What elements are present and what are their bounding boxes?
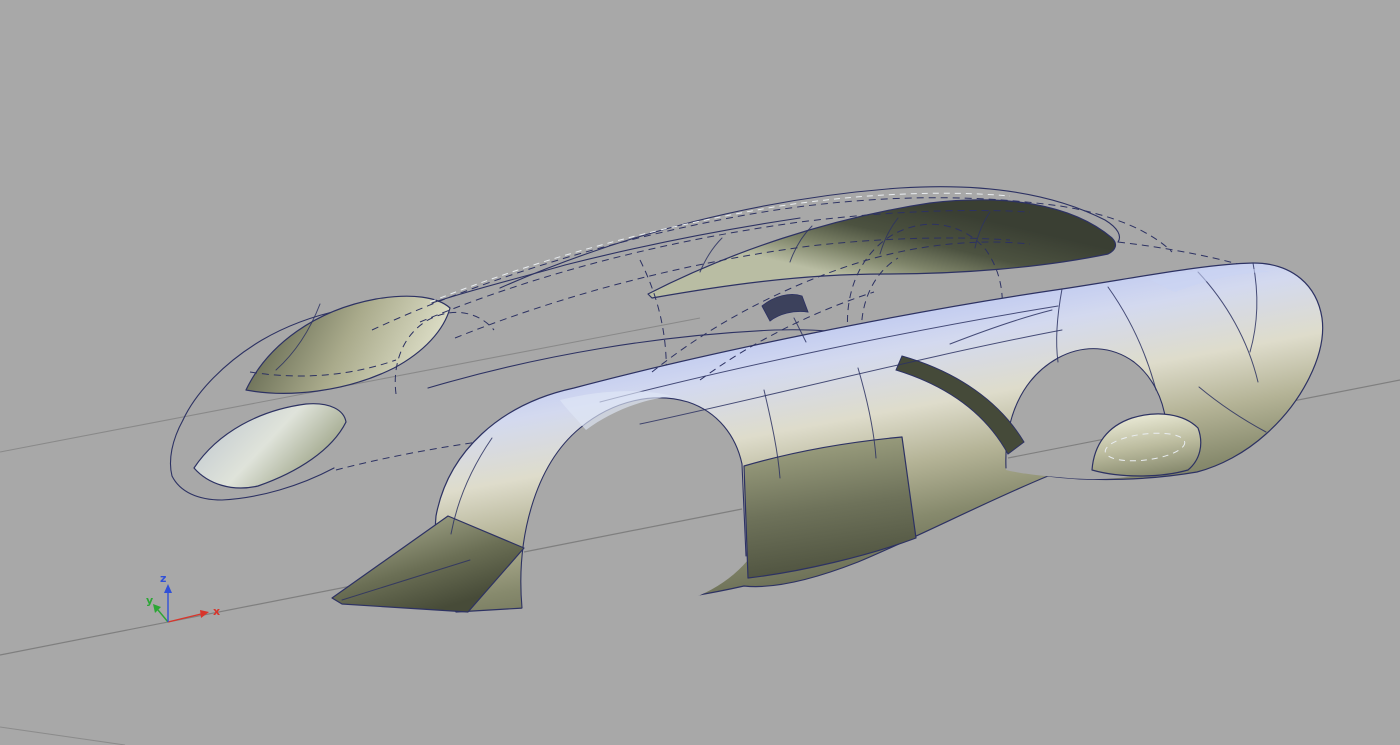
z-axis-label: z [160,572,166,585]
x-axis-label: x [213,605,220,618]
y-axis-label: y [146,594,153,607]
perspective-viewport[interactable]: x y z [0,0,1400,745]
